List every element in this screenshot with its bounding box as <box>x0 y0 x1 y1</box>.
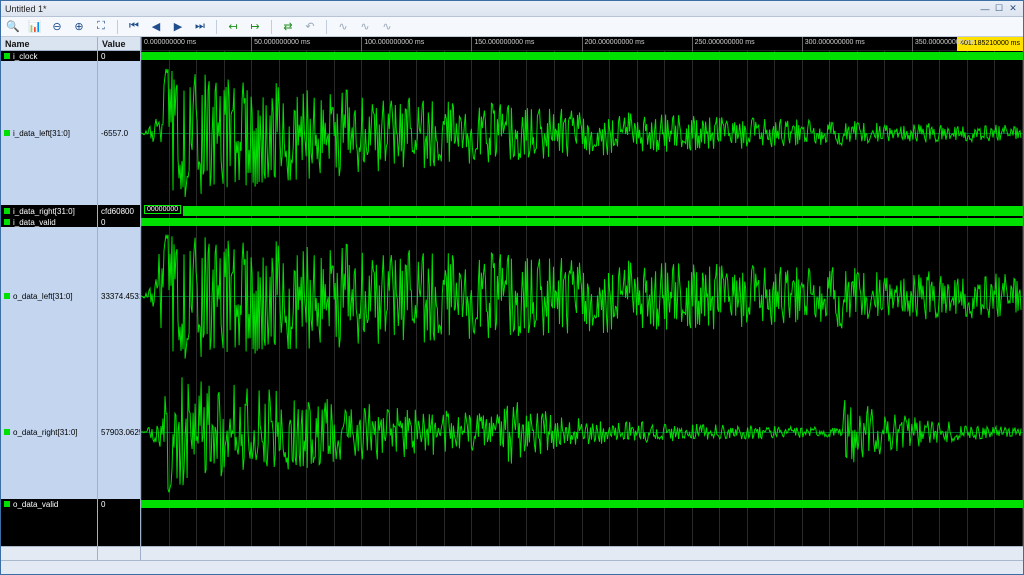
swap-icon[interactable]: ⇄ <box>280 19 296 35</box>
clock-bar <box>141 52 1023 60</box>
signal-value-label: -6557.0 <box>101 129 128 138</box>
go-last-icon[interactable]: ⏭ <box>192 19 208 35</box>
toolbar-separator <box>117 20 118 34</box>
toolbar-separator <box>216 20 217 34</box>
signal-value-label: 0 <box>101 52 105 61</box>
time-tick: 100.000000000 ms <box>361 37 424 51</box>
value-panel-footer <box>98 546 140 560</box>
marker-add-left-icon[interactable]: ↤ <box>225 19 241 35</box>
waveform-lane[interactable]: 00000000 <box>141 205 1023 217</box>
name-rows: i_clock i_data_left[31:0] i_data_right[31:… <box>1 51 97 546</box>
go-prev-icon[interactable]: ◀ <box>148 19 164 35</box>
signal-value-label: 33374.453125 <box>101 292 140 301</box>
signal-value-row[interactable]: 0 <box>98 499 140 509</box>
value-column-header[interactable]: Value <box>98 37 140 51</box>
clock-bar <box>141 218 1023 226</box>
signal-color-swatch <box>4 293 10 299</box>
time-ruler[interactable]: 401.185210000 ms 0.000000000 ms50.000000… <box>141 37 1023 51</box>
time-tick: 150.000000000 ms <box>471 37 534 51</box>
signal-color-swatch <box>4 501 10 507</box>
signal-color-swatch <box>4 130 10 136</box>
waveform-hscroll[interactable] <box>141 546 1023 560</box>
name-column-header[interactable]: Name <box>1 37 97 51</box>
signal-color-swatch <box>4 429 10 435</box>
signal-name-row[interactable]: i_data_left[31:0] <box>1 61 97 205</box>
time-tick: 350.000000000 ms <box>912 37 975 51</box>
bus-bar <box>183 206 1023 216</box>
statusbar <box>1 560 1023 574</box>
signal-name-label: i_data_right[31:0] <box>13 207 75 216</box>
signal-name-label: o_data_right[31:0] <box>13 428 78 437</box>
signal-value-row[interactable]: 0 <box>98 217 140 227</box>
signal-value-label: cfd60800 <box>101 207 134 216</box>
zoom-fit-icon[interactable]: ⛶ <box>93 19 109 35</box>
signal-name-row[interactable]: i_data_valid <box>1 217 97 227</box>
app-window: Untitled 1* — ☐ ✕ 🔍 📊 ⊖ ⊕ ⛶ ⏮ ◀ ▶ ⏭ ↤ ↦ … <box>0 0 1024 575</box>
waveform-area[interactable]: 00000000 <box>141 51 1023 546</box>
save-icon[interactable]: 📊 <box>27 19 43 35</box>
signal-name-row[interactable]: o_data_valid <box>1 499 97 509</box>
signal-value-label: 57903.0625 <box>101 428 140 437</box>
name-panel-footer <box>1 546 97 560</box>
toolbar-separator <box>326 20 327 34</box>
waveform-lane[interactable] <box>141 365 1023 499</box>
time-tick: 250.000000000 ms <box>692 37 755 51</box>
signal-name-row[interactable]: i_data_right[31:0] <box>1 205 97 217</box>
go-first-icon[interactable]: ⏮ <box>126 19 142 35</box>
waveform-lane[interactable] <box>141 217 1023 227</box>
signal-value-row[interactable]: 33374.453125 <box>98 227 140 365</box>
bus-value-label: 00000000 <box>144 205 181 214</box>
signal-name-label: i_clock <box>13 52 37 61</box>
signal-value-label: 0 <box>101 218 105 227</box>
time-tick: 0.000000000 ms <box>141 37 196 51</box>
name-panel: Name i_clock i_data_left[31:0] i_data_righ… <box>1 37 98 560</box>
minimize-icon[interactable]: — <box>979 3 991 15</box>
signal-color-swatch <box>4 208 10 214</box>
signal-value-row[interactable]: cfd60800 <box>98 205 140 217</box>
maximize-icon[interactable]: ☐ <box>993 3 1005 15</box>
go-next-icon[interactable]: ▶ <box>170 19 186 35</box>
signal-value-row[interactable]: 0 <box>98 51 140 61</box>
wave-mode-c-icon[interactable]: ∿ <box>379 19 395 35</box>
wave-mode-b-icon[interactable]: ∿ <box>357 19 373 35</box>
signal-name-label: i_data_valid <box>13 218 56 227</box>
signal-name-row[interactable]: o_data_left[31:0] <box>1 227 97 365</box>
signal-color-swatch <box>4 53 10 59</box>
marker-add-right-icon[interactable]: ↦ <box>247 19 263 35</box>
waveform-lane[interactable] <box>141 227 1023 365</box>
time-tick: 50.000000000 ms <box>251 37 310 51</box>
main-body: Name i_clock i_data_left[31:0] i_data_righ… <box>1 37 1023 560</box>
time-tick: 300.000000000 ms <box>802 37 865 51</box>
signal-name-label: i_data_left[31:0] <box>13 129 70 138</box>
zoom-in-icon[interactable]: ⊕ <box>71 19 87 35</box>
wave-mode-a-icon[interactable]: ∿ <box>335 19 351 35</box>
close-icon[interactable]: ✕ <box>1007 3 1019 15</box>
undo-icon[interactable]: ↶ <box>302 19 318 35</box>
search-icon[interactable]: 🔍 <box>5 19 21 35</box>
clock-bar <box>141 500 1023 508</box>
waveform-lane[interactable] <box>141 61 1023 205</box>
time-tick: 200.000000000 ms <box>582 37 645 51</box>
signal-name-row[interactable]: i_clock <box>1 51 97 61</box>
waveform-lane[interactable] <box>141 499 1023 509</box>
analog-waveform <box>141 61 1022 205</box>
signal-name-label: o_data_left[31:0] <box>13 292 73 301</box>
signal-name-label: o_data_valid <box>13 500 58 509</box>
signal-name-row[interactable]: o_data_right[31:0] <box>1 365 97 499</box>
analog-waveform <box>141 365 1022 499</box>
signal-color-swatch <box>4 219 10 225</box>
window-title: Untitled 1* <box>5 4 47 14</box>
zoom-out-icon[interactable]: ⊖ <box>49 19 65 35</box>
toolbar-separator <box>271 20 272 34</box>
waveform-panel: 401.185210000 ms 0.000000000 ms50.000000… <box>141 37 1023 560</box>
value-rows: 0 -6557.0 cfd60800 0 33374.453125 57903.0625 0 <box>98 51 140 546</box>
signal-value-row[interactable]: -6557.0 <box>98 61 140 205</box>
analog-waveform <box>141 227 1022 365</box>
value-panel: Value 0 -6557.0 cfd60800 0 33374.453125 57903… <box>98 37 141 560</box>
toolbar: 🔍 📊 ⊖ ⊕ ⛶ ⏮ ◀ ▶ ⏭ ↤ ↦ ⇄ ↶ ∿ ∿ ∿ <box>1 17 1023 37</box>
signal-value-label: 0 <box>101 500 105 509</box>
waveform-lane[interactable] <box>141 51 1023 61</box>
signal-value-row[interactable]: 57903.0625 <box>98 365 140 499</box>
titlebar[interactable]: Untitled 1* — ☐ ✕ <box>1 1 1023 17</box>
